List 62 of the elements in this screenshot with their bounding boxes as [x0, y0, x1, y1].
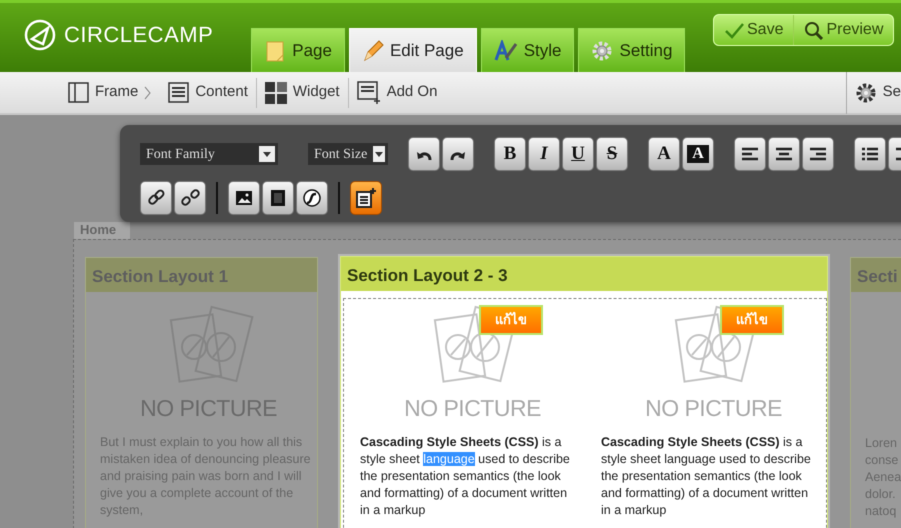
format-button[interactable]: U [562, 137, 594, 171]
logo-text: CIRCLECAMP [64, 21, 214, 49]
format-button[interactable] [408, 137, 440, 171]
align-left-icon [741, 146, 759, 162]
format-button[interactable]: B [494, 137, 526, 171]
tab[interactable]: Page [251, 28, 345, 72]
gear-icon [591, 40, 614, 62]
font-dropdown[interactable]: Font Size [308, 143, 388, 165]
toolbar-item[interactable]: Content [160, 81, 256, 104]
paragraph: Cascading Style Sheets (CSS) is a style sheet language used to describe the presentation semantics (the look and formatting) of a document written in a markup [360, 434, 571, 519]
brush-icon [494, 40, 518, 62]
format-button[interactable] [802, 137, 834, 171]
save-button[interactable]: Save [714, 15, 794, 45]
settings-button[interactable]: Se [846, 71, 901, 114]
logo-icon [24, 18, 56, 50]
gear-icon [854, 82, 877, 104]
format-button[interactable] [442, 137, 474, 171]
format-button[interactable]: A [648, 137, 680, 171]
flash-icon [303, 189, 321, 207]
toolbar-item[interactable]: Frame [60, 81, 160, 104]
add-on-icon [356, 80, 381, 104]
paragraph: Cascading Style Sheets (CSS) is a style sheet language used to describe the presentation semantics (the look and formatting) of a document written in a markup [601, 434, 812, 519]
format-button[interactable]: S [596, 137, 628, 171]
section-title: Section Layout 2 - 3 [341, 257, 827, 291]
note-add-icon [355, 187, 377, 209]
caret-icon [262, 150, 272, 158]
tab[interactable]: Edit Page [348, 28, 477, 72]
format-button[interactable] [768, 137, 800, 171]
frame-icon [68, 82, 89, 103]
format-button[interactable]: A [682, 137, 714, 171]
format-button[interactable] [140, 181, 172, 215]
format-button[interactable] [296, 181, 328, 215]
content-icon [168, 82, 190, 103]
note-icon [264, 40, 286, 62]
toolbar-item[interactable]: Add On [348, 80, 446, 104]
font-dropdown[interactable]: Font Family [140, 143, 278, 165]
align-right-icon [809, 146, 827, 162]
format-button[interactable]: I [528, 137, 560, 171]
widget-icon [264, 82, 287, 104]
pencil-icon [362, 40, 384, 62]
unlink-icon [180, 189, 200, 207]
preview-button[interactable]: Preview [793, 15, 894, 45]
film-icon [269, 189, 287, 207]
caret-icon [374, 150, 384, 158]
format-button[interactable] [854, 137, 886, 171]
tab[interactable]: Style [480, 28, 574, 72]
format-button[interactable] [174, 181, 206, 215]
image-icon [235, 190, 253, 206]
list-icon [861, 146, 879, 162]
toolbar-item[interactable]: Widget [256, 81, 348, 104]
no-picture-text: NO PICTURE [404, 394, 541, 423]
no-picture-text: NO PICTURE [645, 394, 782, 423]
search-icon [804, 20, 824, 40]
align-center-icon [775, 146, 793, 162]
chevron-icon [144, 86, 152, 100]
link-icon [146, 189, 166, 207]
tab[interactable]: Setting [578, 28, 686, 72]
format-button[interactable] [350, 181, 382, 215]
format-button[interactable] [228, 181, 260, 215]
check-icon [724, 21, 744, 39]
format-button[interactable] [734, 137, 766, 171]
format-button[interactable] [262, 181, 294, 215]
